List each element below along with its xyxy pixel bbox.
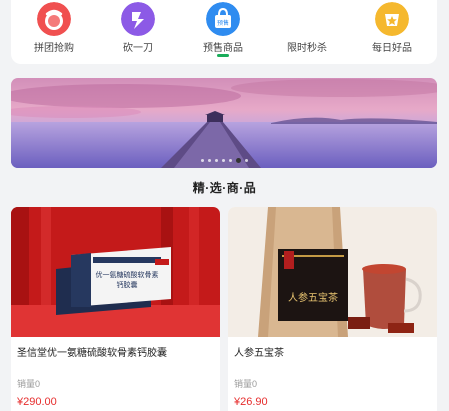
nav-label-presale: 预售商品 xyxy=(203,43,243,54)
nav-label-group-buy: 拼团抢购 xyxy=(34,43,74,54)
daily-goods-icon xyxy=(375,2,409,36)
carousel-dot[interactable] xyxy=(221,159,225,162)
product-card-1[interactable]: 优一氨糖硫酸软骨素 钙胶囊 圣信堂优一氨糖硫酸软骨素钙胶囊 销量0 ¥290.0… xyxy=(11,207,220,411)
product-image-ginseng-tea: 人参五宝茶 xyxy=(228,207,437,337)
carousel-dot[interactable] xyxy=(235,158,241,163)
carousel-dot[interactable] xyxy=(207,159,211,162)
banner-carousel[interactable] xyxy=(11,78,437,168)
nav-label-bargain: 砍一刀 xyxy=(123,43,153,54)
group-buy-icon xyxy=(37,2,71,36)
carousel-dot[interactable] xyxy=(228,159,232,162)
banner-image xyxy=(11,78,437,168)
nav-label-flash-sale: 限时秒杀 xyxy=(287,43,327,54)
active-tab-indicator xyxy=(217,54,229,57)
product-sales: 销量0 xyxy=(17,379,41,389)
nav-item-daily-goods[interactable]: 每日好品 xyxy=(357,0,427,64)
bargain-icon xyxy=(121,2,155,36)
section-title: 精·选·商·品 xyxy=(192,181,257,195)
product-sales: 销量0 xyxy=(234,379,258,389)
nav-item-bargain[interactable]: 砍一刀 xyxy=(103,0,173,64)
carousel-dots xyxy=(11,158,437,163)
product-card-2[interactable]: 人参五宝茶 人参五宝茶 销量0 ¥26.90 xyxy=(228,207,437,411)
presale-bag-icon: 预售 xyxy=(206,2,240,36)
category-nav: 拼团抢购 砍一刀 预售 预售商品 限时秒杀 每日好品 xyxy=(11,0,437,64)
nav-label-daily-goods: 每日好品 xyxy=(372,43,412,54)
carousel-dot[interactable] xyxy=(244,159,248,162)
product-price: ¥290.00 xyxy=(17,396,57,408)
nav-item-presale[interactable]: 预售 预售商品 xyxy=(188,0,258,64)
product-price: ¥26.90 xyxy=(234,396,268,408)
box-text-line-1: 优一氨糖硫酸软骨素 xyxy=(96,270,159,279)
carousel-dot[interactable] xyxy=(214,159,218,162)
product-name: 人参五宝茶 xyxy=(234,348,284,359)
nav-item-flash-sale[interactable]: 限时秒杀 xyxy=(272,0,342,64)
product-name: 圣信堂优一氨糖硫酸软骨素钙胶囊 xyxy=(17,348,167,359)
box-text-line-2: 钙胶囊 xyxy=(117,280,138,289)
nav-item-group-buy[interactable]: 拼团抢购 xyxy=(19,0,89,64)
product-image-calcium-capsule: 优一氨糖硫酸软骨素 钙胶囊 xyxy=(11,207,220,337)
presale-badge-text: 预售 xyxy=(217,19,229,27)
carousel-dot[interactable] xyxy=(200,159,204,162)
tea-box-text: 人参五宝茶 xyxy=(288,291,338,304)
